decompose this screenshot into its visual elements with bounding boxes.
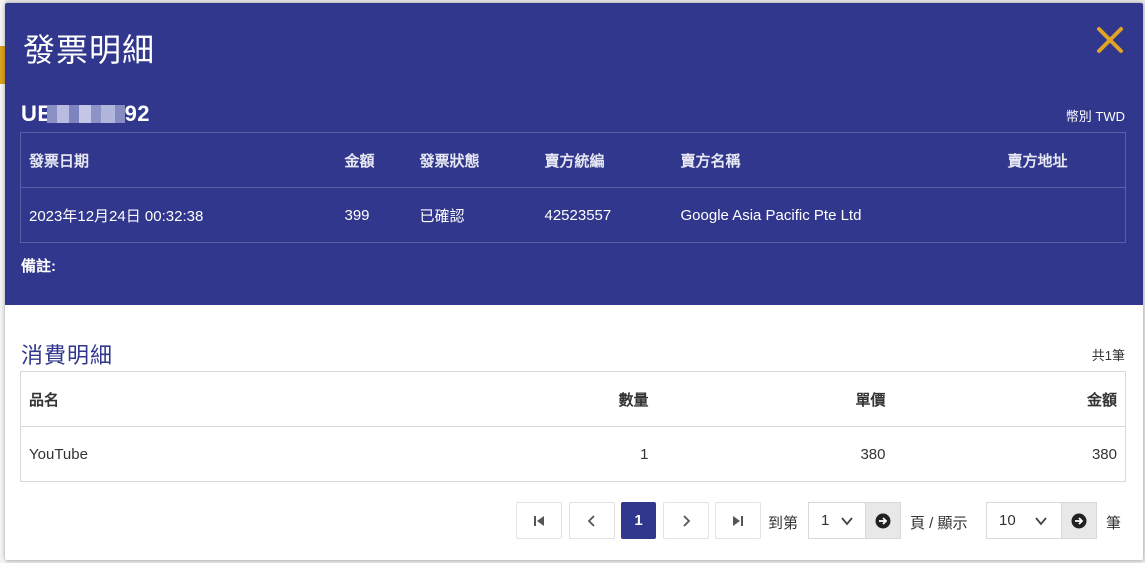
modal-title: 發票明細 <box>23 32 156 68</box>
arrow-circle-right-icon <box>1071 513 1087 528</box>
pagination: 1 到第 1 頁 / 顯示 10 筆 <box>5 502 1143 540</box>
header-item-name: 品名 <box>20 371 421 427</box>
arrow-circle-right-icon <box>875 513 891 528</box>
header-status: 發票狀態 <box>411 132 537 188</box>
last-page-icon <box>733 515 743 526</box>
invoice-status: 已確認 <box>419 207 465 225</box>
prev-page-button[interactable] <box>569 502 615 539</box>
first-page-icon <box>534 515 544 526</box>
currency-label: 幣別 TWD <box>1065 109 1125 124</box>
header-item-amount: 金額 <box>893 371 1126 427</box>
header-invoice-date: 發票日期 <box>20 132 337 188</box>
remark-label: 備註: <box>21 258 56 275</box>
invoice-info-header-row: 發票日期 金額 發票狀態 賣方統編 賣方名稱 賣方地址 <box>20 132 1126 188</box>
invoice-header: 發票明細 UE 92 幣別 TWD 發票日期 金額 發票狀態 賣方統編 賣方名稱… <box>5 3 1143 305</box>
table-row: YouTube 1 380 380 <box>21 427 1126 482</box>
page-size-select[interactable]: 10 <box>986 502 1064 539</box>
page-select-value: 1 <box>821 512 830 529</box>
invoice-info-table: 發票日期 金額 發票狀態 賣方統編 賣方名稱 賣方地址 2023年12月24日 … <box>20 132 1126 243</box>
close-button[interactable] <box>1093 23 1127 57</box>
chevron-down-icon <box>841 517 853 526</box>
items-section-title: 消費明細 <box>21 343 114 368</box>
items-table: 品名 數量 單價 金額 YouTube 1 380 380 <box>20 371 1126 482</box>
go-page-size-button[interactable] <box>1061 502 1097 539</box>
first-page-button[interactable] <box>516 502 562 539</box>
item-unit-price: 380 <box>860 445 886 463</box>
header-seller-address: 賣方地址 <box>999 132 1126 188</box>
invoice-date: 2023年12月24日 00:32:38 <box>29 207 204 225</box>
chevron-down-icon <box>1035 517 1047 526</box>
item-quantity: 1 <box>640 445 649 463</box>
next-page-button[interactable] <box>663 502 709 539</box>
header-amount: 金額 <box>336 132 412 188</box>
page-select[interactable]: 1 <box>808 502 868 539</box>
goto-label: 到第 <box>768 515 799 532</box>
page-1-button[interactable]: 1 <box>621 502 656 539</box>
page-size-value: 10 <box>999 512 1016 529</box>
invoice-detail-modal: 發票明細 UE 92 幣別 TWD 發票日期 金額 發票狀態 賣方統編 賣方名稱… <box>5 3 1143 560</box>
invoice-number: UE 92 <box>21 101 150 127</box>
invoice-number-suffix: 92 <box>124 101 151 126</box>
header-seller-name: 賣方名稱 <box>672 132 1000 188</box>
header-seller-tax-id: 賣方統編 <box>536 132 673 188</box>
header-quantity: 數量 <box>420 371 657 427</box>
close-icon <box>1097 27 1123 53</box>
seller-name: Google Asia Pacific Pte Ltd <box>680 206 862 224</box>
invoice-amount: 399 <box>344 206 370 224</box>
invoice-info-row: 2023年12月24日 00:32:38 399 已確認 42523557 Go… <box>21 188 1126 243</box>
chevron-right-icon <box>683 514 691 527</box>
item-name: YouTube <box>29 445 88 463</box>
invoice-number-masked <box>46 103 125 125</box>
unit-label: 筆 <box>1106 515 1122 532</box>
items-total-count: 共1筆 <box>1091 348 1125 363</box>
seller-address <box>1000 188 1126 243</box>
chevron-left-icon <box>587 514 595 527</box>
last-page-button[interactable] <box>715 502 761 539</box>
item-amount: 380 <box>1091 445 1117 463</box>
page-size-label: 頁 / 顯示 <box>910 515 968 532</box>
go-page-button[interactable] <box>865 502 901 539</box>
header-unit-price: 單價 <box>656 371 894 427</box>
seller-tax-id: 42523557 <box>544 206 612 224</box>
items-header-row: 品名 數量 單價 金額 <box>20 371 1126 427</box>
